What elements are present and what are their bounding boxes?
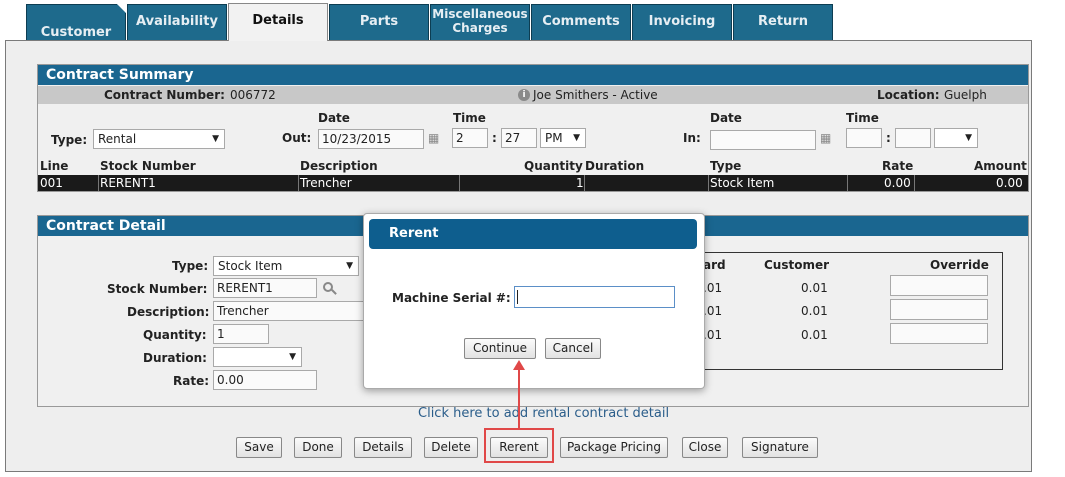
info-icon[interactable]: i — [518, 89, 530, 101]
tab-return[interactable]: Return — [733, 4, 833, 40]
rerent-dialog: Rerent Machine Serial #: Continue Cancel — [363, 213, 705, 389]
out-date-input[interactable]: 10/23/2015 — [318, 129, 424, 149]
col-amount: Amount — [974, 159, 1027, 173]
col-type: Type — [710, 159, 742, 173]
out-minute-input[interactable]: 27 — [501, 128, 537, 148]
rate-col-override: Override — [930, 258, 989, 272]
add-rental-detail-link[interactable]: Click here to add rental contract detail — [418, 406, 669, 421]
customer-status: Joe Smithers - Active — [533, 88, 658, 102]
chevron-down-icon: ▼ — [965, 133, 972, 143]
rate-col-customer: Customer — [764, 258, 830, 272]
col-line: Line — [40, 159, 69, 173]
tab-availability[interactable]: Availability — [127, 4, 227, 40]
tab-fold — [117, 4, 126, 13]
cancel-button[interactable]: Cancel — [545, 338, 601, 359]
in-hour-input[interactable] — [846, 128, 882, 148]
tab-miscellaneous-charges[interactable]: Miscellaneous Charges — [430, 4, 530, 40]
out-time-label: Time — [453, 111, 486, 125]
chevron-down-icon: ▼ — [346, 261, 353, 271]
contract-number-value: 006772 — [230, 88, 276, 102]
package-pricing-button[interactable]: Package Pricing — [560, 437, 668, 458]
stock-number-label: Stock Number: — [107, 282, 208, 296]
save-button[interactable]: Save — [236, 437, 282, 458]
out-hour-input[interactable]: 2 — [452, 128, 488, 148]
machine-serial-label: Machine Serial #: — [392, 291, 511, 305]
time-separator: : — [492, 131, 497, 145]
col-quantity: Quantity — [524, 159, 583, 173]
details-button[interactable]: Details — [354, 437, 412, 458]
col-stock-number: Stock Number — [100, 159, 196, 173]
calendar-icon[interactable]: ▦ — [820, 131, 834, 145]
close-button[interactable]: Close — [682, 437, 728, 458]
location-value: Guelph — [944, 88, 987, 102]
override-input[interactable] — [890, 299, 988, 320]
out-label: Out: — [282, 131, 312, 145]
quantity-input[interactable]: 1 — [213, 324, 269, 344]
tab-invoicing[interactable]: Invoicing — [632, 4, 732, 40]
rerent-dialog-title: Rerent — [369, 219, 697, 249]
search-icon-handle — [331, 289, 337, 295]
machine-serial-input[interactable] — [514, 286, 675, 308]
rate-input[interactable]: 0.00 — [213, 370, 317, 390]
out-ampm-select[interactable]: PM ▼ — [540, 128, 586, 148]
col-rate: Rate — [882, 159, 914, 173]
tab-details[interactable]: Details — [228, 3, 328, 41]
rate-label: Rate: — [173, 374, 210, 388]
annotation-arrow-line — [518, 370, 520, 428]
col-duration: Duration — [585, 159, 645, 173]
contract-summary-title: Contract Summary — [38, 65, 1028, 85]
type-select[interactable]: Rental ▼ — [93, 129, 225, 149]
quantity-label: Quantity: — [143, 328, 207, 342]
calendar-icon[interactable]: ▦ — [428, 131, 442, 145]
type-label: Type: — [51, 133, 88, 147]
duration-select[interactable]: ▼ — [213, 347, 302, 367]
duration-label: Duration: — [143, 351, 207, 365]
location-label: Location: — [877, 88, 940, 102]
in-time-label: Time — [846, 111, 879, 125]
contract-summary-panel: Contract Summary Contract Number: 006772… — [37, 64, 1029, 192]
override-input[interactable] — [890, 275, 988, 296]
text-cursor — [517, 290, 518, 304]
stock-number-input[interactable]: RERENT1 — [213, 278, 317, 298]
rate-table: ard Customer Override .01 0.01 .01 0.01 … — [688, 252, 1003, 370]
delete-button[interactable]: Delete — [424, 437, 478, 458]
annotation-arrow-icon — [513, 360, 525, 370]
tab-parts[interactable]: Parts — [329, 4, 429, 40]
rate-col-standard: ard — [703, 258, 726, 272]
out-date-label: Date — [318, 111, 350, 125]
detail-type-select[interactable]: Stock Item ▼ — [213, 256, 359, 276]
chevron-down-icon: ▼ — [289, 352, 296, 362]
in-ampm-select[interactable]: ▼ — [934, 128, 978, 148]
in-label: In: — [683, 131, 701, 145]
tab-customer[interactable]: Customer — [26, 4, 126, 40]
description-input[interactable]: Trencher — [213, 301, 363, 321]
in-date-input[interactable] — [710, 130, 816, 150]
continue-button[interactable]: Continue — [464, 338, 536, 359]
contract-number-label: Contract Number: — [104, 88, 225, 102]
chevron-down-icon: ▼ — [573, 133, 580, 143]
done-button[interactable]: Done — [294, 437, 342, 458]
tab-comments[interactable]: Comments — [531, 4, 631, 40]
chevron-down-icon: ▼ — [212, 134, 219, 144]
override-input[interactable] — [890, 323, 988, 344]
signature-button[interactable]: Signature — [742, 437, 818, 458]
description-label: Description: — [127, 305, 210, 319]
detail-type-label: Type: — [172, 259, 209, 273]
highlight-box — [484, 428, 554, 463]
col-description: Description — [300, 159, 378, 173]
time-separator: : — [886, 131, 891, 145]
in-minute-input[interactable] — [895, 128, 931, 148]
table-row[interactable]: 001 RERENT1 Trencher 1 Stock Item 0.00 0… — [38, 175, 1028, 191]
in-date-label: Date — [710, 111, 742, 125]
